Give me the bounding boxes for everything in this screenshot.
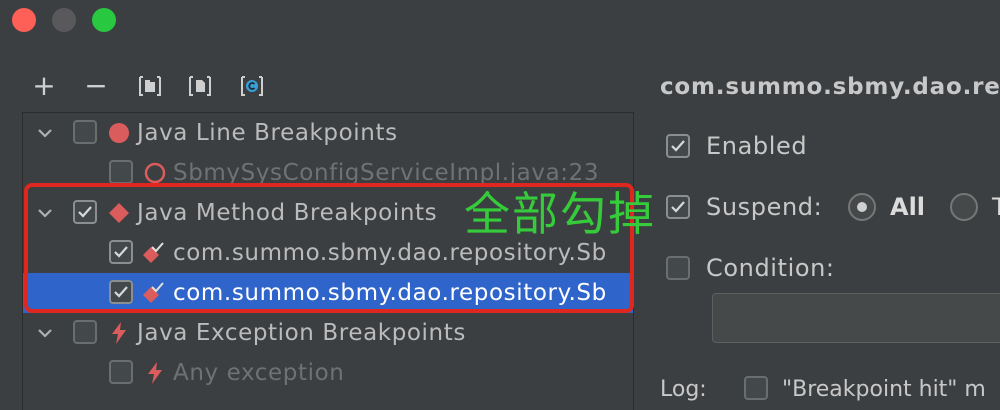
line-breakpoint-item-checkbox[interactable] (109, 160, 133, 184)
enabled-checkbox[interactable] (666, 134, 690, 158)
tree-row-label: Java Exception Breakpoints (137, 320, 466, 346)
add-icon[interactable]: + (30, 72, 58, 100)
annotation-text: 全部勾掉 (464, 187, 656, 241)
any-exception-checkbox[interactable] (109, 360, 133, 384)
condition-checkbox[interactable] (666, 256, 690, 280)
suspend-thread-label: T (992, 193, 1000, 221)
log-label: Log: (660, 377, 707, 402)
zoom-window-button[interactable] (92, 8, 116, 32)
log-row: Log: "Breakpoint hit" m (660, 372, 1000, 408)
minimize-window-button[interactable] (52, 8, 76, 32)
disabled-breakpoint-icon (144, 162, 166, 184)
tree-group-exception-breakpoints[interactable]: Java Exception Breakpoints (23, 313, 633, 353)
exception-breakpoints-checkbox[interactable] (73, 320, 97, 344)
suspend-row: Suspend: All T (666, 189, 1000, 225)
tree-group-line-breakpoints[interactable]: Java Line Breakpoints (23, 113, 633, 153)
chevron-down-icon[interactable] (35, 123, 55, 143)
group-by-class-icon[interactable] (240, 75, 264, 97)
log-message-label: "Breakpoint hit" m (782, 377, 986, 402)
line-breakpoint-icon (109, 123, 129, 143)
breakpoint-details-panel: com.summo.sbmy.dao.re Enabled Suspend: A… (636, 44, 1000, 410)
title-bar (0, 0, 1000, 44)
suspend-all-radio[interactable] (848, 193, 876, 221)
condition-input[interactable] (712, 293, 1000, 343)
tree-item-any-exception[interactable]: Any exception (23, 353, 633, 393)
exception-breakpoint-icon (148, 362, 162, 384)
chevron-down-icon[interactable] (35, 323, 55, 343)
line-breakpoints-checkbox[interactable] (73, 120, 97, 144)
tree-row-label: Java Line Breakpoints (137, 120, 398, 146)
group-by-package-icon[interactable] (138, 75, 162, 97)
checkmark-icon (671, 140, 685, 152)
checkmark-icon (671, 201, 685, 213)
condition-label: Condition: (706, 254, 835, 282)
close-window-button[interactable] (12, 8, 36, 32)
group-by-file-icon[interactable] (188, 75, 212, 97)
tree-row-label: Any exception (173, 360, 345, 386)
remove-icon[interactable]: − (82, 72, 110, 100)
breakpoint-title: com.summo.sbmy.dao.re (660, 74, 1000, 100)
suspend-label: Suspend: (706, 193, 823, 221)
suspend-checkbox[interactable] (666, 195, 690, 219)
suspend-thread-radio[interactable] (950, 193, 978, 221)
suspend-all-label: All (890, 193, 926, 221)
enabled-label: Enabled (706, 132, 808, 160)
exception-breakpoint-icon (112, 322, 126, 344)
log-message-checkbox[interactable] (744, 376, 768, 400)
